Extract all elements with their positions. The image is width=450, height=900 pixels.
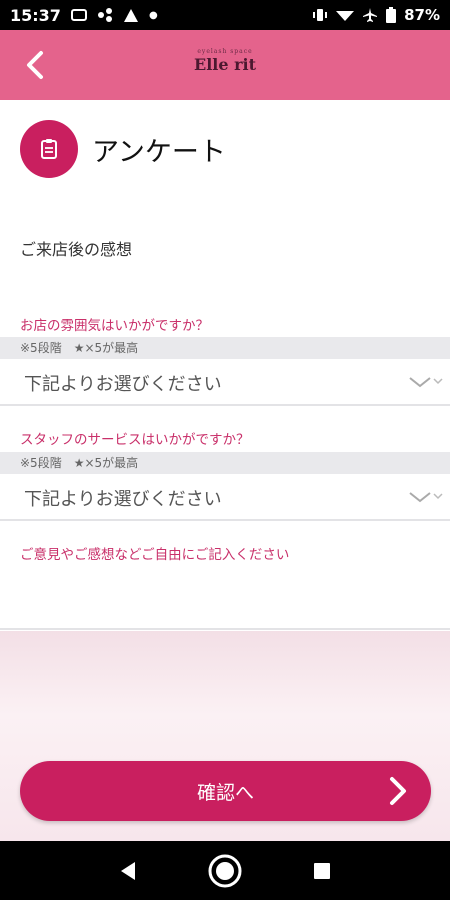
system-nav-bar — [0, 841, 450, 900]
logo-tagline: eyelash space — [197, 48, 253, 55]
status-bar: 15:37 ● 87% — [0, 0, 450, 30]
nav-recents-button[interactable] — [302, 851, 342, 891]
notification-icon — [70, 9, 87, 21]
nav-back-icon — [121, 861, 136, 880]
status-time: 15:37 — [10, 5, 61, 25]
battery-icon — [386, 7, 397, 23]
select-atmosphere[interactable]: 下記よりお選びください — [0, 362, 450, 406]
select-value: 下記よりお選びください — [24, 489, 222, 510]
nav-home-icon — [208, 854, 242, 887]
logo-text: Elle rit — [194, 55, 256, 74]
status-left-icons: ● — [70, 7, 158, 23]
battery-percent: 87% — [404, 6, 440, 24]
arrow-right-icon — [387, 776, 409, 811]
question-label-atmosphere: お店の雰囲気はいかがですか？ — [20, 318, 209, 334]
document-icon — [20, 120, 78, 178]
comment-label: ご意見やご感想などご自由にご記入ください — [20, 547, 290, 563]
select-service[interactable]: 下記よりお選びください — [0, 477, 450, 521]
question-label-service: スタッフのサービスはいかがですか？ — [20, 432, 250, 448]
chevron-down-icon — [408, 489, 444, 505]
status-right-icons: 87% — [312, 6, 440, 24]
confirm-button-label: 確認へ — [196, 781, 254, 804]
vibrate-icon — [313, 9, 328, 21]
page-title: アンケート — [92, 136, 226, 168]
app-header: eyelash space Elle rit — [0, 30, 450, 100]
section-heading: ご来店後の感想 — [20, 240, 133, 259]
chevron-down-icon — [408, 374, 444, 390]
brand-logo: eyelash space Elle rit — [0, 48, 450, 74]
nav-recents-icon — [313, 862, 330, 879]
page-title-row: アンケート — [20, 120, 226, 178]
confirm-button[interactable]: 確認へ — [20, 761, 431, 821]
select-value: 下記よりお選びください — [24, 374, 222, 395]
question-note-service: ※5段階 ★×5が最高 — [0, 452, 450, 474]
nav-home-button[interactable] — [205, 851, 245, 891]
question-note-atmosphere: ※5段階 ★×5が最高 — [0, 337, 450, 359]
nav-back-button[interactable] — [108, 851, 148, 891]
airplane-icon — [363, 8, 378, 22]
network-icon — [97, 8, 112, 22]
warning-icon — [123, 8, 138, 22]
dot-icon: ● — [148, 9, 158, 21]
wifi-icon — [336, 11, 355, 21]
